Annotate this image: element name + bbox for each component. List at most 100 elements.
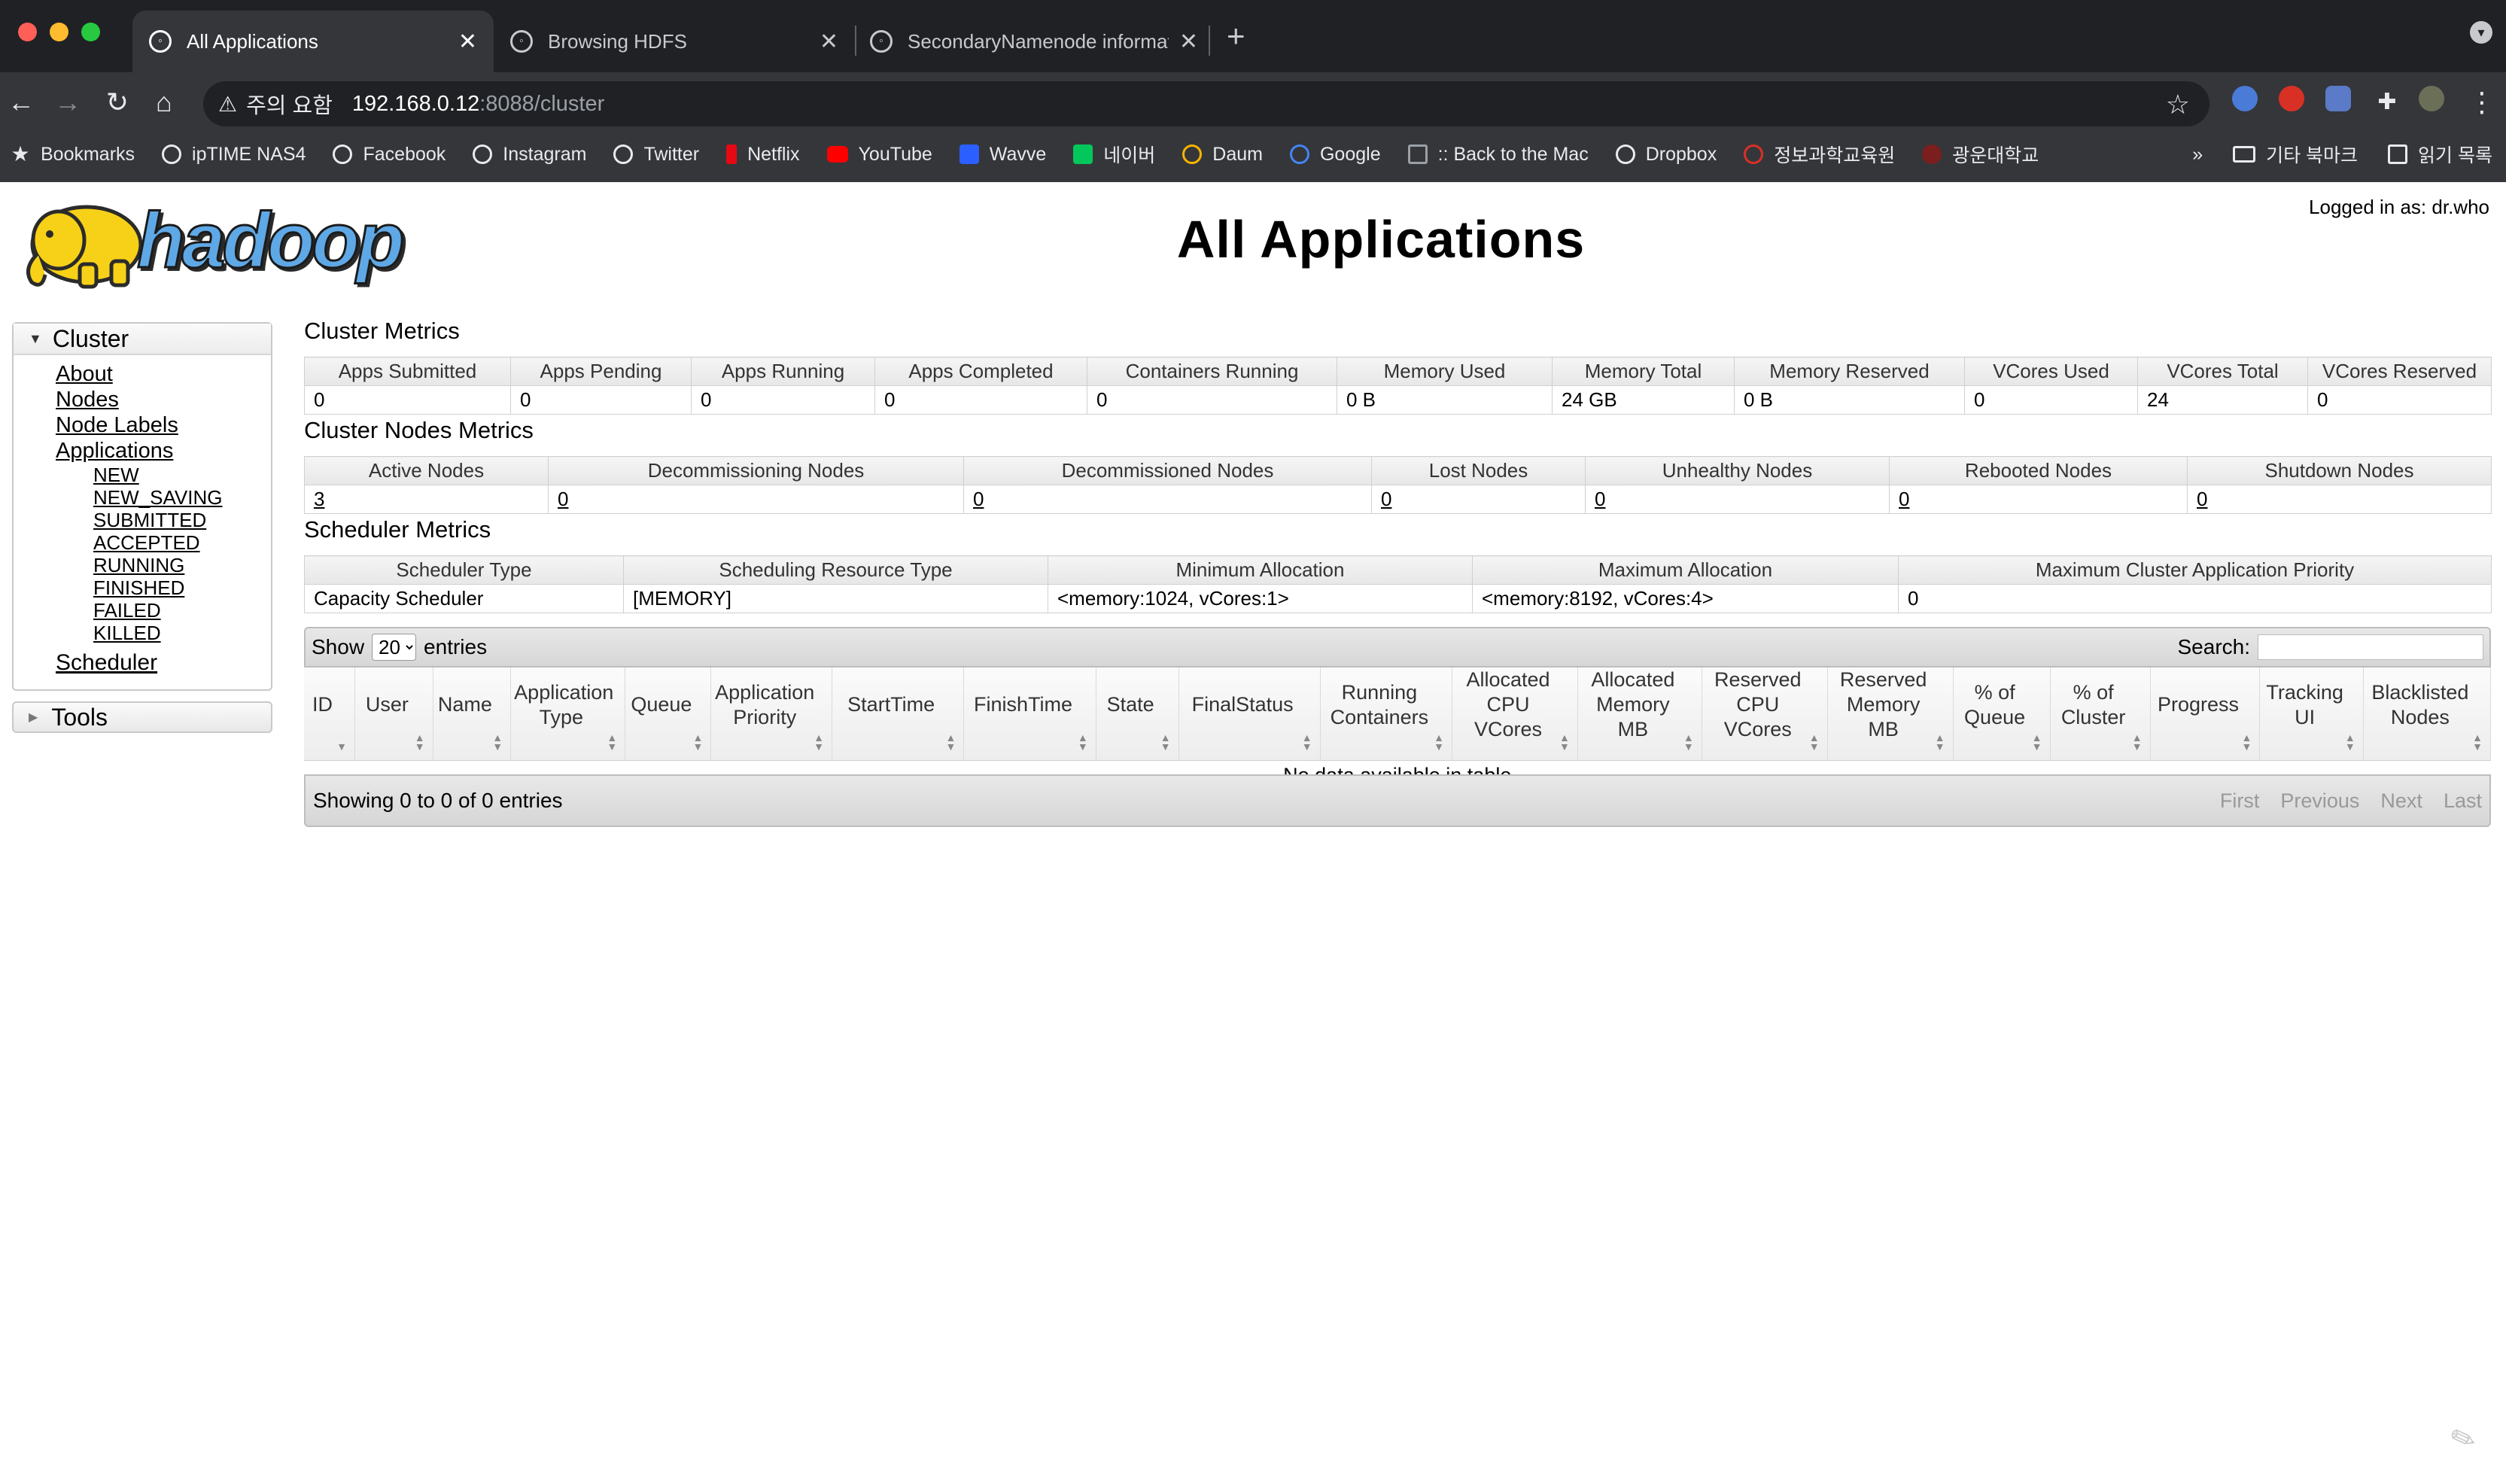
column-header-progress[interactable]: Progress ▲ ▼ bbox=[2150, 667, 2261, 761]
lost-nodes-link[interactable]: 0 bbox=[1381, 488, 1391, 510]
sort-icon: ▲ ▼ bbox=[2131, 731, 2143, 753]
back-icon[interactable]: ← bbox=[5, 86, 38, 119]
bookmark-item[interactable]: Daum bbox=[1182, 144, 1263, 166]
close-window-button[interactable] bbox=[18, 23, 37, 41]
shutdown-nodes-link[interactable]: 0 bbox=[2197, 488, 2207, 510]
other-bookmarks[interactable]: 기타 북마크 bbox=[2266, 141, 2358, 168]
bookmark-item[interactable]: Google bbox=[1289, 144, 1381, 166]
home-icon[interactable]: ⌂ bbox=[148, 86, 181, 119]
decommissioned-nodes-link[interactable]: 0 bbox=[973, 488, 984, 510]
bookmark-item[interactable]: Facebook bbox=[333, 144, 446, 166]
bookmark-item[interactable]: 네이버 bbox=[1073, 141, 1155, 168]
new-tab-button[interactable]: + bbox=[1227, 18, 1245, 54]
bookmark-item[interactable]: 광운대학교 bbox=[1922, 141, 2039, 168]
sidebar-item-accepted[interactable]: ACCEPTED bbox=[93, 531, 271, 554]
bookmark-item[interactable]: Wavve bbox=[959, 144, 1046, 166]
sidebar-item-new[interactable]: NEW bbox=[93, 464, 271, 486]
bookmark-item[interactable]: Netflix bbox=[726, 144, 800, 166]
column-header-final-status[interactable]: FinalStatus ▲ ▼ bbox=[1178, 667, 1321, 761]
warning-icon[interactable]: ⚠ bbox=[218, 92, 237, 117]
column-header-reserved-cpu-vcores[interactable]: Reserved CPU VCores ▲ ▼ bbox=[1702, 667, 1828, 761]
bookmark-item[interactable]: Dropbox bbox=[1615, 144, 1717, 166]
tools-panel-header[interactable]: ▶ Tools bbox=[12, 701, 272, 733]
metric-cell: 0 bbox=[1585, 485, 1890, 514]
address-bar[interactable]: ⚠ 주의 요함 192.168.0.12 :8088/cluster ☆ bbox=[203, 81, 2209, 126]
reading-list[interactable]: 읽기 목록 bbox=[2418, 141, 2492, 168]
column-header-allocated-cpu-vcores[interactable]: Allocated CPU VCores ▲ ▼ bbox=[1452, 667, 1578, 761]
metric-value: 0 bbox=[304, 385, 511, 415]
bookmark-item[interactable]: ★ Bookmarks bbox=[11, 144, 135, 166]
bookmark-item[interactable]: 정보과학교육원 bbox=[1744, 141, 1895, 168]
column-header-application-type[interactable]: Application Type ▲ ▼ bbox=[510, 667, 626, 761]
tab-search-icon[interactable]: ▾ bbox=[2470, 21, 2492, 44]
tab-all-applications[interactable]: ◦ All Applications ✕ bbox=[132, 11, 494, 72]
sidebar-item-nodes[interactable]: Nodes bbox=[56, 387, 271, 412]
column-header-finish-time[interactable]: FinishTime ▲ ▼ bbox=[963, 667, 1096, 761]
close-tab-icon[interactable]: ✕ bbox=[458, 29, 477, 55]
bookmark-item[interactable]: Twitter bbox=[613, 144, 699, 166]
bookmarks-bar: ★ Bookmarks ipTIME NAS4 Facebook Instagra… bbox=[0, 126, 2506, 182]
sidebar-item-finished[interactable]: FINISHED bbox=[93, 576, 271, 599]
decommissioning-nodes-link[interactable]: 0 bbox=[558, 488, 568, 510]
column-header-reserved-memory-mb[interactable]: Reserved Memory MB ▲ ▼ bbox=[1827, 667, 1954, 761]
bookmark-item[interactable]: Instagram bbox=[473, 144, 586, 166]
column-header-id[interactable]: ID ▼ bbox=[304, 667, 356, 761]
column-header-percent-of-queue[interactable]: % of Queue ▲ ▼ bbox=[1953, 667, 2051, 761]
close-tab-icon[interactable]: ✕ bbox=[820, 29, 838, 55]
cluster-panel-header[interactable]: ▼ Cluster bbox=[14, 324, 271, 355]
previous-page-button[interactable]: Previous bbox=[2280, 789, 2359, 813]
tools-label: Tools bbox=[51, 703, 108, 731]
menu-icon[interactable]: ⋮ bbox=[2465, 86, 2498, 119]
metric-value: 0 bbox=[1898, 584, 2492, 613]
avatar[interactable] bbox=[2419, 86, 2444, 111]
page-size-select[interactable]: 20 bbox=[372, 634, 417, 661]
column-header-queue[interactable]: Queue ▲ ▼ bbox=[625, 667, 712, 761]
column-header-application-priority[interactable]: Application Priority ▲ ▼ bbox=[710, 667, 832, 761]
security-status[interactable]: 주의 요함 bbox=[246, 88, 333, 120]
column-header-blacklisted-nodes[interactable]: Blacklisted Nodes ▲ ▼ bbox=[2363, 667, 2492, 761]
minimize-window-button[interactable] bbox=[50, 23, 68, 41]
sidebar-item-running[interactable]: RUNNING bbox=[93, 554, 271, 576]
extension-icon[interactable] bbox=[2325, 86, 2351, 111]
sidebar-item-scheduler[interactable]: Scheduler bbox=[56, 650, 271, 676]
zoom-window-button[interactable] bbox=[81, 23, 100, 41]
column-header: Memory Reserved bbox=[1734, 357, 1965, 386]
rebooted-nodes-link[interactable]: 0 bbox=[1899, 488, 1909, 510]
reload-icon[interactable]: ↻ bbox=[101, 86, 134, 119]
next-page-button[interactable]: Next bbox=[2380, 789, 2422, 813]
sidebar-item-submitted[interactable]: SUBMITTED bbox=[93, 509, 271, 531]
bookmarks-overflow-button[interactable]: » bbox=[2192, 144, 2203, 166]
sidebar-item-killed[interactable]: KILLED bbox=[93, 622, 271, 644]
extension-icon[interactable] bbox=[2232, 86, 2258, 111]
sidebar-item-about[interactable]: About bbox=[56, 361, 271, 387]
column-header-name[interactable]: Name ▲ ▼ bbox=[433, 667, 512, 761]
sidebar-item-new-saving[interactable]: NEW_SAVING bbox=[93, 486, 271, 509]
bookmark-item[interactable]: ipTIME NAS4 bbox=[162, 144, 306, 166]
unhealthy-nodes-link[interactable]: 0 bbox=[1595, 488, 1605, 510]
sidebar-item-node-labels[interactable]: Node Labels bbox=[56, 412, 271, 438]
pencil-icon[interactable]: ✎ bbox=[2446, 1416, 2488, 1459]
extension-icon[interactable] bbox=[2279, 86, 2304, 111]
bookmark-star-icon[interactable]: ☆ bbox=[2166, 89, 2190, 120]
column-header-start-time[interactable]: StartTime ▲ ▼ bbox=[832, 667, 965, 761]
puzzle-icon[interactable]: ✚ bbox=[2371, 86, 2404, 119]
column-header-user[interactable]: User ▲ ▼ bbox=[354, 667, 433, 761]
column-header-running-containers[interactable]: Running Containers ▲ ▼ bbox=[1320, 667, 1453, 761]
last-page-button[interactable]: Last bbox=[2444, 789, 2482, 813]
column-header-percent-of-cluster[interactable]: % of Cluster ▲ ▼ bbox=[2050, 667, 2151, 761]
hadoop-logo[interactable]: hadoop hadoop bbox=[15, 186, 463, 293]
tab-secondary-namenode[interactable]: ◦ SecondaryNamenode informat ✕ bbox=[853, 11, 1215, 72]
search-input[interactable] bbox=[2258, 634, 2483, 660]
column-header-state[interactable]: State ▲ ▼ bbox=[1096, 667, 1179, 761]
sidebar-item-applications[interactable]: Applications bbox=[56, 438, 271, 464]
first-page-button[interactable]: First bbox=[2220, 789, 2259, 813]
column-header-allocated-memory-mb[interactable]: Allocated Memory MB ▲ ▼ bbox=[1577, 667, 1702, 761]
forward-icon[interactable]: → bbox=[51, 86, 84, 119]
active-nodes-link[interactable]: 3 bbox=[314, 488, 324, 510]
bookmark-item[interactable]: YouTube bbox=[826, 144, 932, 166]
tab-browsing-hdfs[interactable]: ◦ Browsing HDFS ✕ bbox=[494, 11, 855, 72]
sidebar-item-failed[interactable]: FAILED bbox=[93, 599, 271, 622]
close-tab-icon[interactable]: ✕ bbox=[1179, 29, 1198, 55]
bookmark-item[interactable]: :: Back to the Mac bbox=[1407, 144, 1589, 166]
column-header-tracking-ui[interactable]: Tracking UI ▲ ▼ bbox=[2259, 667, 2364, 761]
